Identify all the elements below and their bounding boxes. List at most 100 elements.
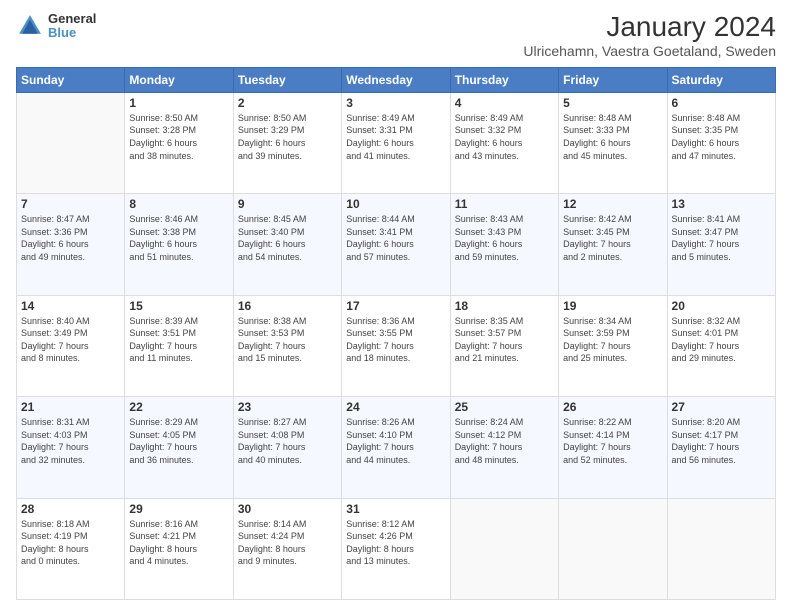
calendar-cell: 1Sunrise: 8:50 AMSunset: 3:28 PMDaylight… bbox=[125, 92, 233, 193]
day-info: Sunrise: 8:27 AMSunset: 4:08 PMDaylight:… bbox=[238, 416, 337, 466]
day-number: 28 bbox=[21, 502, 120, 516]
day-info: Sunrise: 8:22 AMSunset: 4:14 PMDaylight:… bbox=[563, 416, 662, 466]
calendar-cell: 16 Sunrise: 8:38 AMSunset: 3:53 PMDayligh… bbox=[233, 295, 341, 396]
day-number: 4 bbox=[455, 96, 554, 110]
title-block: January 2024 Ulricehamn, Vaestra Goetala… bbox=[523, 12, 776, 59]
day-number: 22 bbox=[129, 400, 228, 414]
calendar-cell: 11 Sunrise: 8:43 AMSunset: 3:43 PMDayligh… bbox=[450, 194, 558, 295]
day-number: 26 bbox=[563, 400, 662, 414]
day-number: 13 bbox=[672, 197, 771, 211]
day-number: 17 bbox=[346, 299, 445, 313]
calendar-cell: 18 Sunrise: 8:35 AMSunset: 3:57 PMDayligh… bbox=[450, 295, 558, 396]
calendar-cell bbox=[450, 498, 558, 599]
calendar-cell: 28 Sunrise: 8:18 AMSunset: 4:19 PMDayligh… bbox=[17, 498, 125, 599]
day-info: Sunrise: 8:48 AMSunset: 3:35 PMDaylight:… bbox=[672, 112, 771, 162]
day-number: 16 bbox=[238, 299, 337, 313]
calendar-cell: 15Sunrise: 8:39 AMSunset: 3:51 PMDayligh… bbox=[125, 295, 233, 396]
day-info: Sunrise: 8:41 AMSunset: 3:47 PMDaylight:… bbox=[672, 213, 771, 263]
calendar-title: January 2024 bbox=[523, 12, 776, 43]
day-number: 25 bbox=[455, 400, 554, 414]
day-info: Sunrise: 8:43 AMSunset: 3:43 PMDaylight:… bbox=[455, 213, 554, 263]
day-number: 9 bbox=[238, 197, 337, 211]
day-info: Sunrise: 8:14 AMSunset: 4:24 PMDaylight:… bbox=[238, 518, 337, 568]
day-info: Sunrise: 8:46 AMSunset: 3:38 PMDaylight:… bbox=[129, 213, 228, 263]
day-info: Sunrise: 8:35 AMSunset: 3:57 PMDaylight:… bbox=[455, 315, 554, 365]
logo-icon bbox=[16, 12, 44, 40]
week-row-1: 7 Sunrise: 8:47 AMSunset: 3:36 PMDaylight… bbox=[17, 194, 776, 295]
day-info: Sunrise: 8:49 AMSunset: 3:32 PMDaylight:… bbox=[455, 112, 554, 162]
logo-top: General bbox=[48, 12, 96, 26]
day-info: Sunrise: 8:44 AMSunset: 3:41 PMDaylight:… bbox=[346, 213, 445, 263]
calendar-table: SundayMondayTuesdayWednesdayThursdayFrid… bbox=[16, 67, 776, 600]
day-header-friday: Friday bbox=[559, 67, 667, 92]
calendar-cell: 10 Sunrise: 8:44 AMSunset: 3:41 PMDayligh… bbox=[342, 194, 450, 295]
day-info: Sunrise: 8:20 AMSunset: 4:17 PMDaylight:… bbox=[672, 416, 771, 466]
day-number: 12 bbox=[563, 197, 662, 211]
calendar-cell: 20Sunrise: 8:32 AMSunset: 4:01 PMDayligh… bbox=[667, 295, 775, 396]
calendar-cell: 9 Sunrise: 8:45 AMSunset: 3:40 PMDaylight… bbox=[233, 194, 341, 295]
calendar-header-row: SundayMondayTuesdayWednesdayThursdayFrid… bbox=[17, 67, 776, 92]
day-info: Sunrise: 8:38 AMSunset: 3:53 PMDaylight:… bbox=[238, 315, 337, 365]
day-number: 6 bbox=[672, 96, 771, 110]
day-number: 7 bbox=[21, 197, 120, 211]
calendar-cell: 2 Sunrise: 8:50 AMSunset: 3:29 PMDaylight… bbox=[233, 92, 341, 193]
calendar-cell: 29Sunrise: 8:16 AMSunset: 4:21 PMDayligh… bbox=[125, 498, 233, 599]
day-info: Sunrise: 8:12 AMSunset: 4:26 PMDaylight:… bbox=[346, 518, 445, 568]
logo-bottom: Blue bbox=[48, 26, 96, 40]
calendar-cell bbox=[17, 92, 125, 193]
day-header-thursday: Thursday bbox=[450, 67, 558, 92]
day-info: Sunrise: 8:48 AMSunset: 3:33 PMDaylight:… bbox=[563, 112, 662, 162]
calendar-subtitle: Ulricehamn, Vaestra Goetaland, Sweden bbox=[523, 43, 776, 59]
week-row-0: 1Sunrise: 8:50 AMSunset: 3:28 PMDaylight… bbox=[17, 92, 776, 193]
day-number: 3 bbox=[346, 96, 445, 110]
day-number: 20 bbox=[672, 299, 771, 313]
day-info: Sunrise: 8:50 AMSunset: 3:29 PMDaylight:… bbox=[238, 112, 337, 162]
day-info: Sunrise: 8:18 AMSunset: 4:19 PMDaylight:… bbox=[21, 518, 120, 568]
calendar-cell: 25Sunrise: 8:24 AMSunset: 4:12 PMDayligh… bbox=[450, 397, 558, 498]
calendar-cell: 22Sunrise: 8:29 AMSunset: 4:05 PMDayligh… bbox=[125, 397, 233, 498]
day-number: 31 bbox=[346, 502, 445, 516]
calendar-cell: 24Sunrise: 8:26 AMSunset: 4:10 PMDayligh… bbox=[342, 397, 450, 498]
day-header-wednesday: Wednesday bbox=[342, 67, 450, 92]
day-number: 11 bbox=[455, 197, 554, 211]
day-info: Sunrise: 8:45 AMSunset: 3:40 PMDaylight:… bbox=[238, 213, 337, 263]
day-info: Sunrise: 8:34 AMSunset: 3:59 PMDaylight:… bbox=[563, 315, 662, 365]
week-row-2: 14 Sunrise: 8:40 AMSunset: 3:49 PMDayligh… bbox=[17, 295, 776, 396]
calendar-cell: 14 Sunrise: 8:40 AMSunset: 3:49 PMDayligh… bbox=[17, 295, 125, 396]
day-number: 1 bbox=[129, 96, 228, 110]
day-header-tuesday: Tuesday bbox=[233, 67, 341, 92]
logo-text: General Blue bbox=[48, 12, 96, 41]
day-number: 23 bbox=[238, 400, 337, 414]
calendar-cell: 6 Sunrise: 8:48 AMSunset: 3:35 PMDaylight… bbox=[667, 92, 775, 193]
calendar-cell: 4 Sunrise: 8:49 AMSunset: 3:32 PMDaylight… bbox=[450, 92, 558, 193]
day-number: 29 bbox=[129, 502, 228, 516]
day-number: 2 bbox=[238, 96, 337, 110]
calendar-cell: 13 Sunrise: 8:41 AMSunset: 3:47 PMDayligh… bbox=[667, 194, 775, 295]
calendar-cell: 31 Sunrise: 8:12 AMSunset: 4:26 PMDayligh… bbox=[342, 498, 450, 599]
day-number: 24 bbox=[346, 400, 445, 414]
calendar-cell: 3Sunrise: 8:49 AMSunset: 3:31 PMDaylight… bbox=[342, 92, 450, 193]
calendar-cell: 23 Sunrise: 8:27 AMSunset: 4:08 PMDayligh… bbox=[233, 397, 341, 498]
day-info: Sunrise: 8:31 AMSunset: 4:03 PMDaylight:… bbox=[21, 416, 120, 466]
calendar-cell: 5Sunrise: 8:48 AMSunset: 3:33 PMDaylight… bbox=[559, 92, 667, 193]
calendar-cell: 26 Sunrise: 8:22 AMSunset: 4:14 PMDayligh… bbox=[559, 397, 667, 498]
day-info: Sunrise: 8:47 AMSunset: 3:36 PMDaylight:… bbox=[21, 213, 120, 263]
week-row-4: 28 Sunrise: 8:18 AMSunset: 4:19 PMDayligh… bbox=[17, 498, 776, 599]
day-header-saturday: Saturday bbox=[667, 67, 775, 92]
day-number: 8 bbox=[129, 197, 228, 211]
calendar-cell bbox=[559, 498, 667, 599]
day-info: Sunrise: 8:40 AMSunset: 3:49 PMDaylight:… bbox=[21, 315, 120, 365]
day-number: 18 bbox=[455, 299, 554, 313]
day-info: Sunrise: 8:42 AMSunset: 3:45 PMDaylight:… bbox=[563, 213, 662, 263]
day-number: 19 bbox=[563, 299, 662, 313]
day-info: Sunrise: 8:39 AMSunset: 3:51 PMDaylight:… bbox=[129, 315, 228, 365]
week-row-3: 21 Sunrise: 8:31 AMSunset: 4:03 PMDayligh… bbox=[17, 397, 776, 498]
day-header-sunday: Sunday bbox=[17, 67, 125, 92]
day-number: 30 bbox=[238, 502, 337, 516]
day-number: 21 bbox=[21, 400, 120, 414]
calendar-cell: 7 Sunrise: 8:47 AMSunset: 3:36 PMDaylight… bbox=[17, 194, 125, 295]
day-number: 10 bbox=[346, 197, 445, 211]
day-number: 14 bbox=[21, 299, 120, 313]
day-header-monday: Monday bbox=[125, 67, 233, 92]
calendar-cell: 30 Sunrise: 8:14 AMSunset: 4:24 PMDayligh… bbox=[233, 498, 341, 599]
